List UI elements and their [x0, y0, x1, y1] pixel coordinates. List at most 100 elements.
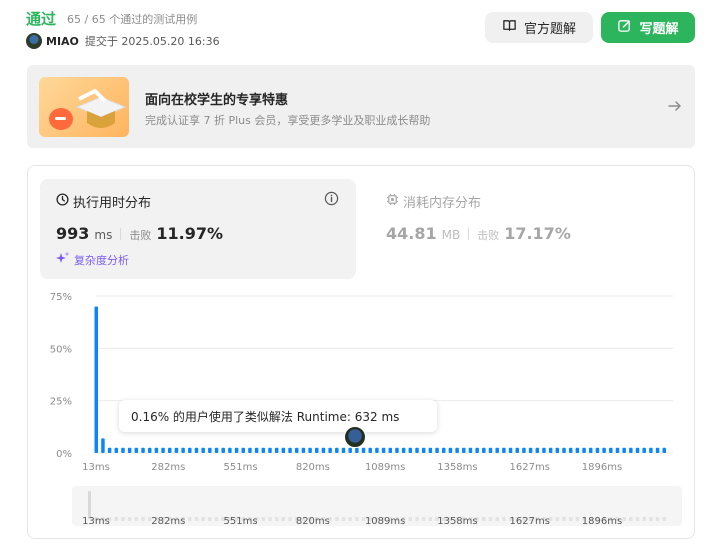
minimap-bar	[502, 517, 506, 521]
memory-beat-label: 击败	[477, 229, 500, 242]
chart-bar	[147, 447, 152, 453]
chart-bar	[107, 447, 112, 453]
chart-bar	[401, 447, 406, 453]
chart-bar	[455, 447, 459, 453]
minimap-x-label: 820ms	[296, 516, 330, 527]
chart-bar	[368, 447, 372, 453]
minimap-bar	[335, 517, 339, 521]
submit-time: 提交于 2025.05.20 16:36	[84, 35, 220, 48]
minimap-bar	[428, 517, 433, 521]
minimap-bar	[482, 517, 486, 521]
minimap-bar	[555, 517, 560, 521]
chart-bar	[248, 447, 252, 453]
minimap-bar	[649, 517, 653, 521]
minimap-x-label: 1627ms	[510, 516, 550, 527]
chart-bar	[575, 447, 580, 453]
minimap-bar	[194, 517, 199, 521]
chart-bar	[535, 447, 540, 453]
chart-bar	[582, 447, 586, 453]
testcase-count: 65 / 65 个通过的测试用例	[67, 13, 198, 26]
chart-bar	[274, 447, 279, 453]
chart-bar	[462, 447, 466, 453]
runtime-unit: ms	[94, 228, 113, 242]
chart-bar	[101, 438, 105, 453]
chart-tooltip: 0.16% 的用户使用了类似解法 Runtime: 632 ms	[119, 400, 437, 432]
chart-bar	[615, 447, 620, 453]
minimap-bar	[141, 517, 145, 521]
chart-bar	[181, 447, 185, 453]
graduation-cap-icon	[39, 77, 129, 137]
runtime-beat-label: 击败	[129, 229, 152, 242]
chart-bar	[208, 447, 212, 453]
avatar[interactable]	[26, 33, 42, 49]
chart-bar	[515, 447, 519, 453]
chart-bar	[542, 447, 546, 453]
minimap-bar	[201, 517, 205, 521]
chart-bar	[261, 447, 266, 453]
book-icon	[502, 18, 524, 37]
minimap-bar	[268, 517, 272, 521]
chart-bar	[475, 447, 479, 453]
arrow-right-icon[interactable]	[667, 98, 683, 118]
chart-bar	[221, 447, 225, 453]
student-offer-banner[interactable]: 面向在校学生的专享特惠 完成认证享 7 折 Plus 会员，享受更多学业及职业成…	[27, 65, 695, 148]
minimap-bar	[488, 517, 493, 521]
divider	[468, 227, 470, 240]
complexity-analysis-link[interactable]: 复杂度分析	[56, 251, 129, 268]
username[interactable]: MIAO	[46, 35, 79, 48]
write-solution-button[interactable]: 写题解	[601, 12, 695, 43]
x-tick-label: 1896ms	[582, 462, 622, 473]
memory-metric: 44.81 MB 击败 17.17%	[386, 224, 571, 243]
minimap-bar	[355, 517, 359, 521]
runtime-card[interactable]: 执行用时分布 993 ms 击败 11.97% 复杂度分析	[40, 179, 356, 279]
minimap-bar	[421, 517, 426, 521]
chart-bar	[201, 447, 205, 453]
minimap-x-label: 282ms	[151, 516, 185, 527]
banner-subtitle: 完成认证享 7 折 Plus 会员，享受更多学业及职业成长帮助	[145, 114, 431, 127]
my-submission-marker[interactable]	[344, 426, 366, 448]
memory-value: 44.81	[386, 224, 437, 243]
chart-bar	[234, 447, 239, 453]
chart-bar	[328, 447, 332, 453]
minimap-bar	[188, 517, 192, 521]
brush-handle	[88, 491, 91, 519]
minimap-bar	[562, 517, 566, 521]
x-tick-label: 1358ms	[437, 462, 477, 473]
minimap-bar	[281, 517, 286, 521]
chart-bar	[281, 447, 286, 453]
chart-bar	[622, 447, 626, 453]
chart-bar	[482, 447, 486, 453]
chart-bar	[635, 447, 640, 453]
chart-bar	[488, 447, 493, 453]
chart-bar	[121, 447, 125, 453]
chart-bar	[588, 447, 593, 453]
runtime-value: 993	[56, 224, 90, 243]
minimap-x-label: 1358ms	[437, 516, 477, 527]
chart-bar	[348, 447, 352, 453]
chart-bar	[448, 447, 453, 453]
chart-bar	[355, 447, 359, 453]
chart-bar	[168, 447, 172, 453]
write-solution-label: 写题解	[639, 22, 679, 37]
memory-title: 消耗内存分布	[386, 192, 481, 211]
info-icon[interactable]	[324, 191, 339, 210]
chart-bar	[642, 447, 646, 453]
minimap-x-label: 1089ms	[365, 516, 405, 527]
chart-bar	[662, 447, 666, 453]
chart-bar	[288, 447, 292, 453]
minimap-bar	[127, 517, 132, 521]
edit-icon	[617, 18, 639, 37]
minimap-bar	[114, 517, 119, 521]
minimap-bar	[348, 517, 352, 521]
chart-bar	[502, 447, 506, 453]
chart-bar	[415, 447, 419, 453]
memory-card[interactable]: 消耗内存分布 44.81 MB 击败 17.17%	[370, 179, 670, 279]
y-tick-label: 0%	[56, 449, 72, 460]
chart-bar	[228, 447, 232, 453]
minimap-bar	[495, 517, 499, 521]
chart-bar	[595, 447, 600, 453]
memory-title-text: 消耗内存分布	[403, 196, 482, 211]
official-solution-button[interactable]: 官方题解	[485, 12, 593, 43]
chart-bar	[421, 447, 426, 453]
chart-bar	[655, 447, 660, 453]
